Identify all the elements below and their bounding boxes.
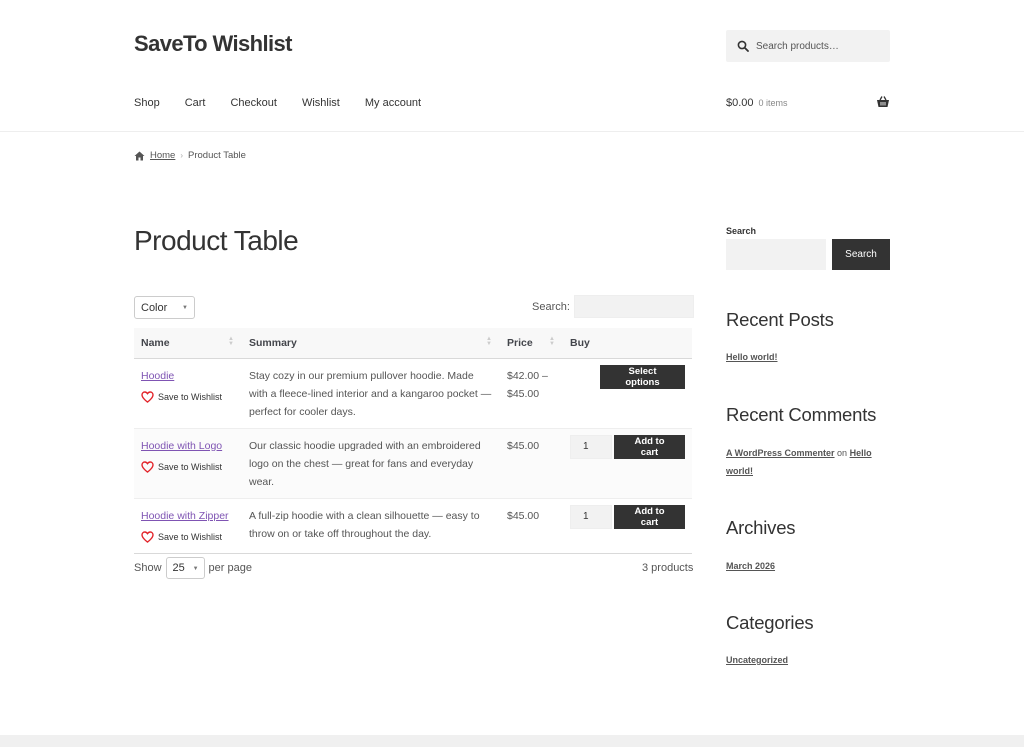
categories-title: Categories: [726, 612, 814, 633]
table-search-input[interactable]: [573, 295, 694, 318]
product-link-hoodie[interactable]: Hoodie: [141, 370, 174, 382]
chevron-down-icon: ▼: [192, 566, 199, 572]
breadcrumb-home-link[interactable]: Home: [150, 150, 175, 161]
column-header-summary-label: Summary: [249, 336, 297, 349]
wishlist-label: Save to Wishlist: [158, 531, 223, 542]
product-summary-cell: A full-zip hoodie with a clean silhouett…: [249, 509, 480, 540]
comment-author-link[interactable]: A WordPress Commenter: [726, 448, 835, 458]
archives-title: Archives: [726, 517, 796, 538]
wishlist-label: Save to Wishlist: [158, 461, 223, 472]
site-title[interactable]: SaveTo Wishlist: [134, 31, 292, 57]
product-summary-cell: Our classic hoodie upgraded with an embr…: [249, 439, 481, 488]
product-buy-cell: 1 Add to cart: [563, 498, 692, 553]
chevron-down-icon: ▼: [182, 305, 188, 311]
archive-link[interactable]: March 2026: [726, 557, 775, 575]
table-row: Hoodie with Zipper Save to Wishlist A fu…: [134, 498, 692, 553]
product-link-hoodie-with-zipper[interactable]: Hoodie with Zipper: [141, 510, 229, 522]
nav-shop[interactable]: Shop: [134, 97, 160, 109]
heart-outline-icon: [141, 460, 154, 473]
column-header-summary[interactable]: Summary ▲ ▼: [242, 328, 500, 359]
show-label: Show: [134, 562, 162, 574]
add-to-cart-group: 1 Add to cart: [570, 434, 685, 459]
product-name-cell: Hoodie with Zipper Save to Wishlist: [134, 498, 242, 553]
recent-post-link[interactable]: Hello world!: [726, 348, 778, 366]
per-page-select[interactable]: 25 ▼: [165, 557, 205, 579]
product-price-cell: $42.00 – $45.00: [507, 369, 548, 400]
nav-my-account[interactable]: My account: [365, 97, 421, 109]
breadcrumb: Home › Product Table: [134, 150, 246, 161]
color-filter-label: Color: [141, 301, 168, 314]
table-row: Hoodie with Logo Save to Wishlist Our cl…: [134, 428, 692, 498]
header-product-search[interactable]: Search products…: [726, 30, 890, 62]
widget-search-label: Search: [726, 226, 757, 236]
sort-icon: ▲ ▼: [549, 336, 555, 347]
site-footer: [0, 735, 1024, 747]
home-icon: [134, 151, 145, 161]
column-header-price-label: Price: [507, 336, 533, 349]
heart-outline-icon: [141, 530, 154, 543]
comment-on-text: on: [837, 448, 848, 458]
search-icon: [737, 40, 750, 53]
page-length-control: Show 25 ▼ per page: [134, 557, 252, 579]
recent-comments-title: Recent Comments: [726, 404, 877, 425]
product-price-cell: $45.00: [507, 509, 540, 522]
quantity-input[interactable]: 1: [570, 434, 612, 459]
sort-icon: ▲ ▼: [486, 336, 492, 347]
recent-comment: A WordPress Commenter on Hello world!: [726, 444, 886, 480]
product-summary-cell: Stay cozy in our premium pullover hoodie…: [249, 369, 492, 418]
product-name-cell: Hoodie with Logo Save to Wishlist: [134, 428, 242, 498]
primary-navigation: Shop Cart Checkout Wishlist My account: [134, 97, 446, 109]
sort-icon: ▲ ▼: [228, 336, 234, 347]
nav-wishlist[interactable]: Wishlist: [302, 97, 340, 109]
breadcrumb-current: Product Table: [188, 150, 246, 161]
search-placeholder: Search products…: [756, 40, 839, 52]
column-header-name-label: Name: [141, 336, 170, 349]
site-header: SaveTo Wishlist Search products… Shop Ca…: [0, 0, 1024, 132]
product-name-cell: Hoodie Save to Wishlist: [134, 358, 242, 428]
widget-search-input[interactable]: [726, 239, 826, 270]
widget-search-button[interactable]: Search: [832, 239, 890, 270]
color-filter-select[interactable]: Color ▼: [134, 296, 195, 319]
quantity-input[interactable]: 1: [570, 504, 612, 529]
breadcrumb-separator: ›: [180, 151, 184, 160]
per-page-label: per page: [208, 562, 252, 574]
table-search-label: Search:: [532, 300, 570, 313]
per-page-value: 25: [172, 562, 185, 574]
add-to-cart-button[interactable]: Add to cart: [614, 504, 685, 529]
heart-outline-icon: [141, 390, 154, 403]
page-title: Product Table: [134, 225, 299, 256]
save-to-wishlist-button[interactable]: Save to Wishlist: [141, 458, 235, 476]
column-header-price[interactable]: Price ▲ ▼: [500, 328, 563, 359]
table-search: Search:: [532, 295, 694, 318]
column-header-buy-label: Buy: [570, 336, 590, 349]
product-count: 3 products: [642, 562, 694, 574]
product-price-cell: $45.00: [507, 439, 540, 452]
cart-amount: $0.00: [726, 97, 754, 109]
add-to-cart-button[interactable]: Add to cart: [614, 434, 685, 459]
select-options-button[interactable]: Select options: [600, 364, 685, 389]
nav-checkout[interactable]: Checkout: [230, 97, 276, 109]
column-header-buy: Buy: [563, 328, 692, 359]
recent-posts-title: Recent Posts: [726, 309, 834, 330]
header-cart[interactable]: $0.00 0 items: [726, 95, 890, 109]
table-header-row: Name ▲ ▼ Summary ▲ ▼ Price ▲ ▼ Buy: [134, 328, 692, 359]
cart-item-count: 0 items: [758, 98, 788, 108]
basket-icon[interactable]: [876, 95, 890, 109]
save-to-wishlist-button[interactable]: Save to Wishlist: [141, 528, 235, 546]
category-link[interactable]: Uncategorized: [726, 651, 788, 669]
wishlist-label: Save to Wishlist: [158, 391, 223, 402]
column-header-name[interactable]: Name ▲ ▼: [134, 328, 242, 359]
add-to-cart-group: 1 Add to cart: [570, 504, 685, 529]
product-buy-cell: Select options: [563, 358, 692, 428]
table-row: Hoodie Save to Wishlist Stay cozy in our…: [134, 358, 692, 428]
product-table: Name ▲ ▼ Summary ▲ ▼ Price ▲ ▼ Buy Hoodie: [134, 328, 692, 554]
product-buy-cell: 1 Add to cart: [563, 428, 692, 498]
nav-cart[interactable]: Cart: [185, 97, 206, 109]
save-to-wishlist-button[interactable]: Save to Wishlist: [141, 388, 235, 406]
product-link-hoodie-with-logo[interactable]: Hoodie with Logo: [141, 440, 222, 452]
